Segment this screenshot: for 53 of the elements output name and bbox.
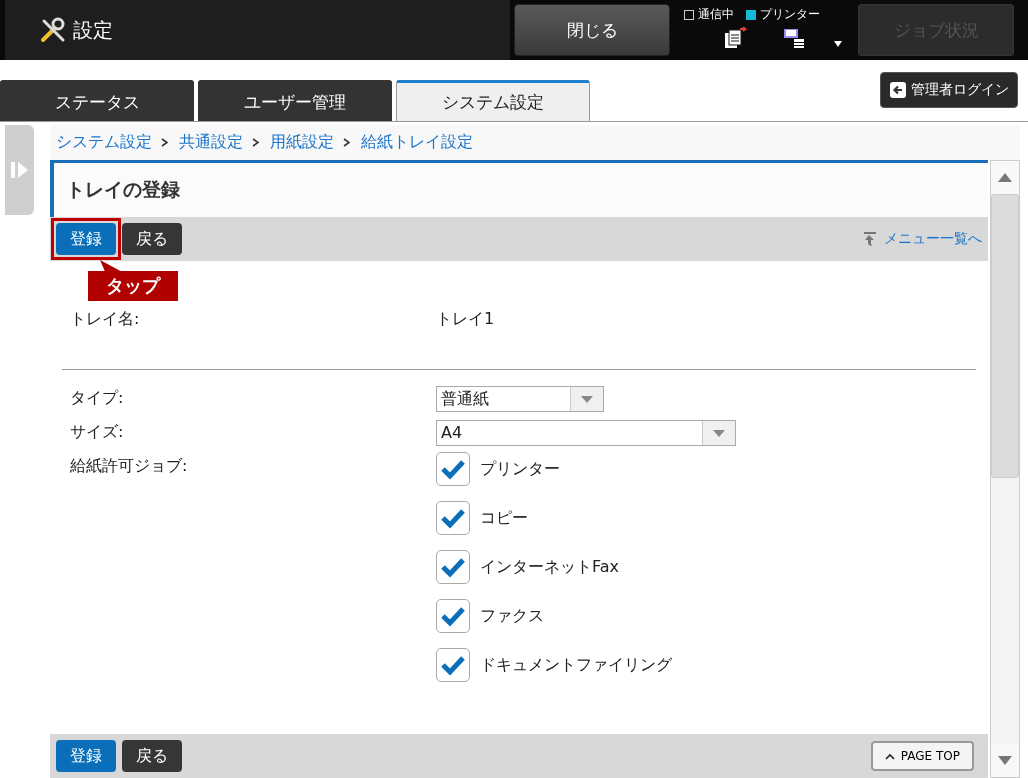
toolbar-button[interactable]: 戻る: [122, 740, 182, 772]
checkbox-label: コピー: [480, 507, 528, 529]
caret-up-icon: [884, 752, 895, 760]
close-button[interactable]: 閉じる: [514, 4, 670, 56]
checkbox[interactable]: [436, 452, 470, 486]
dropdown-arrow-icon: [581, 395, 593, 403]
return-icon: [862, 231, 878, 247]
toolbar-button[interactable]: 戻る: [122, 223, 182, 255]
tab[interactable]: ステータス: [0, 80, 194, 121]
indicator-label: 通信中: [698, 6, 734, 23]
admin-login-button[interactable]: 管理者ログイン: [880, 72, 1018, 108]
toolbar-button[interactable]: 登録: [56, 223, 116, 255]
tools-icon: [39, 16, 67, 44]
breadcrumb-link[interactable]: 共通設定: [179, 132, 243, 153]
breadcrumb-link[interactable]: システム設定: [56, 132, 152, 153]
field-label: 給紙許可ジョブ:: [69, 455, 189, 477]
menu-list-link[interactable]: メニュー一覧へ: [884, 230, 982, 248]
indicator-label: プリンター: [760, 6, 820, 23]
page-top-button[interactable]: PAGE TOP: [870, 741, 974, 771]
highlight-frame: [51, 218, 121, 260]
checkbox[interactable]: [436, 599, 470, 633]
chevron-icon: [161, 138, 168, 147]
login-icon: [889, 81, 907, 99]
expand-icon: [10, 160, 29, 180]
checkbox[interactable]: [436, 550, 470, 584]
tab[interactable]: システム設定: [396, 80, 590, 121]
chevron-icon: [343, 138, 350, 147]
checkbox[interactable]: [436, 501, 470, 535]
app-title: 設定: [73, 16, 113, 44]
documents-icon: [722, 27, 748, 49]
breadcrumb-link[interactable]: 用紙設定: [270, 132, 334, 153]
dropdown-arrow-icon[interactable]: [834, 41, 842, 47]
chevron-icon: [252, 138, 259, 147]
toolbar-button[interactable]: 登録: [56, 740, 116, 772]
field-label: トレイ名:: [69, 308, 141, 330]
breadcrumb-link[interactable]: 給紙トレイ設定: [361, 132, 473, 153]
checkbox-label: ファクス: [480, 605, 544, 627]
field-label: タイプ:: [69, 387, 125, 409]
field-value: トレイ1: [436, 308, 495, 330]
tab[interactable]: ユーザー管理: [198, 80, 392, 121]
size-dropdown[interactable]: A4: [436, 420, 736, 446]
checkbox-label: プリンター: [480, 458, 560, 480]
checkbox-label: ドキュメントファイリング: [480, 654, 672, 676]
checkbox-label: インターネットFax: [480, 556, 619, 578]
scroll-down-icon[interactable]: [998, 756, 1012, 765]
type-dropdown[interactable]: 普通紙: [436, 386, 604, 412]
checkbox[interactable]: [436, 648, 470, 682]
field-label: サイズ:: [69, 421, 125, 443]
scrollbar[interactable]: [990, 160, 1020, 778]
dropdown-arrow-icon: [713, 429, 725, 437]
page-title: トレイの登録: [66, 177, 180, 202]
sidebar-toggle[interactable]: [5, 125, 34, 215]
scroll-up-icon[interactable]: [998, 173, 1012, 182]
